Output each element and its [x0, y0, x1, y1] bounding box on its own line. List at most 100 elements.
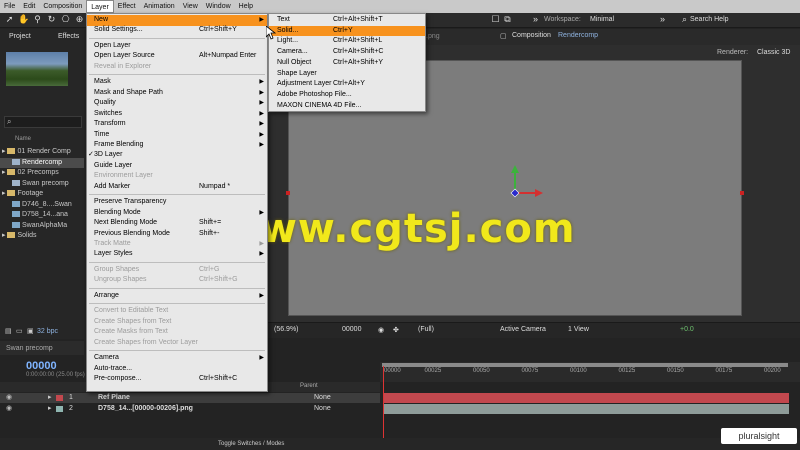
- bit-depth-button[interactable]: 32 bpc: [37, 328, 58, 335]
- menu-view[interactable]: View: [179, 0, 202, 13]
- menu-edit[interactable]: Edit: [19, 0, 39, 13]
- menu-item-previous-blending-mode[interactable]: Previous Blending Mode Shift+-: [87, 229, 267, 240]
- menu-item-camera[interactable]: Camera ▶: [87, 353, 267, 364]
- project-item[interactable]: Rendercomp: [0, 157, 84, 168]
- menu-item-open-layer[interactable]: Open Layer: [87, 41, 267, 52]
- new-item-shape-layer[interactable]: Shape Layer: [269, 69, 425, 80]
- menu-item-open-layer-source[interactable]: Open Layer Source Alt+Numpad Enter: [87, 51, 267, 62]
- layer-expand-icon[interactable]: ▸: [48, 404, 52, 414]
- menu-item-mask-and-shape-path[interactable]: Mask and Shape Path ▶: [87, 88, 267, 99]
- layer-label-color[interactable]: [56, 406, 63, 412]
- menu-window[interactable]: Window: [202, 0, 235, 13]
- menu-animation[interactable]: Animation: [140, 0, 179, 13]
- layer-parent-select[interactable]: None: [314, 404, 331, 414]
- menu-effect[interactable]: Effect: [114, 0, 140, 13]
- new-comp-icon[interactable]: ▣: [27, 327, 34, 335]
- timeline-timecode[interactable]: 00000: [26, 360, 57, 372]
- rotate-tool-icon[interactable]: ↻: [46, 14, 57, 25]
- menu-item-time[interactable]: Time ▶: [87, 130, 267, 141]
- zoom-value[interactable]: (56.9%): [274, 326, 299, 333]
- pan-behind-tool-icon[interactable]: ⊕: [74, 14, 85, 25]
- exposure-value[interactable]: +0.0: [680, 326, 694, 333]
- search-help-field[interactable]: Search Help: [690, 16, 729, 23]
- menu-item-layer-styles[interactable]: Layer Styles ▶: [87, 249, 267, 260]
- menu-composition[interactable]: Composition: [39, 0, 86, 13]
- composition-tab-name[interactable]: Rendercomp: [558, 32, 598, 39]
- timeline-tab-label[interactable]: Swan precomp: [6, 345, 53, 352]
- comp-timecode[interactable]: 00000: [342, 326, 361, 333]
- resolution-select[interactable]: (Full): [418, 326, 434, 333]
- project-item[interactable]: D746_8....Swan: [0, 200, 84, 210]
- menu-item-3d-layer[interactable]: ✓ 3D Layer: [87, 150, 267, 161]
- menu-item-preserve-transparency[interactable]: Preserve Transparency: [87, 197, 267, 208]
- composition-tab-label[interactable]: Composition: [512, 32, 551, 39]
- project-item[interactable]: ▸ Solids: [0, 231, 84, 241]
- work-area-bar[interactable]: [382, 363, 788, 367]
- project-search-input[interactable]: ⌕: [4, 116, 82, 128]
- snap-toggle-icon[interactable]: ⧉: [502, 14, 513, 25]
- lock-icon[interactable]: ▢: [500, 32, 507, 40]
- new-item-light[interactable]: Light... Ctrl+Alt+Shift+L: [269, 36, 425, 47]
- layer-expand-icon[interactable]: ▸: [48, 393, 52, 403]
- menu-item-auto-trace[interactable]: Auto-trace...: [87, 364, 267, 375]
- menu-item-arrange[interactable]: Arrange ▶: [87, 291, 267, 302]
- menu-file[interactable]: File: [0, 0, 19, 13]
- new-item-solid[interactable]: Solid... Ctrl+Y: [269, 25, 425, 37]
- background-tab[interactable]: .png: [426, 33, 440, 40]
- view-layout-select[interactable]: 1 View: [568, 326, 589, 333]
- zoom-tool-icon[interactable]: ⚲: [32, 14, 43, 25]
- search-icon[interactable]: ⌕: [679, 14, 690, 25]
- tab-effects[interactable]: Effects: [58, 33, 79, 40]
- menu-item-solid-settings[interactable]: Solid Settings... Ctrl+Shift+Y: [87, 25, 267, 36]
- camera-tool-icon[interactable]: ⎔: [60, 14, 71, 25]
- visibility-eye-icon[interactable]: ◉: [6, 393, 12, 403]
- snapping-icon[interactable]: ☐: [490, 14, 501, 25]
- menu-item-new[interactable]: New ▶: [87, 15, 267, 26]
- menu-item-quality[interactable]: Quality ▶: [87, 98, 267, 109]
- menu-item-blending-mode[interactable]: Blending Mode ▶: [87, 208, 267, 219]
- new-item-camera[interactable]: Camera... Ctrl+Alt+Shift+C: [269, 47, 425, 58]
- new-item-maxon-cinema-4d-file[interactable]: MAXON CINEMA 4D File...: [269, 101, 425, 112]
- new-item-text[interactable]: Text Ctrl+Alt+Shift+T: [269, 15, 425, 26]
- toggle-switches-modes[interactable]: Toggle Switches / Modes: [218, 441, 284, 447]
- project-item[interactable]: Swan precomp: [0, 179, 84, 189]
- layer-name[interactable]: Ref Plane: [98, 393, 130, 403]
- layer-parent-select[interactable]: None: [314, 393, 331, 403]
- menu-item-add-marker[interactable]: Add Marker Numpad *: [87, 182, 267, 193]
- menu-item-switches[interactable]: Switches ▶: [87, 109, 267, 120]
- menu-item-next-blending-mode[interactable]: Next Blending Mode Shift+=: [87, 218, 267, 229]
- menu-help[interactable]: Help: [235, 0, 257, 13]
- menu-item-pre-compose[interactable]: Pre-compose... Ctrl+Shift+C: [87, 374, 267, 385]
- name-column-header[interactable]: Name: [15, 136, 31, 142]
- active-camera-select[interactable]: Active Camera: [500, 326, 546, 333]
- layer-bar-footage[interactable]: [384, 404, 789, 414]
- new-item-adobe-photoshop-file[interactable]: Adobe Photoshop File...: [269, 90, 425, 101]
- menu-item-frame-blending[interactable]: Frame Blending ▶: [87, 140, 267, 151]
- menu-item-guide-layer[interactable]: Guide Layer: [87, 161, 267, 172]
- menu-item-transform[interactable]: Transform ▶: [87, 119, 267, 130]
- menu-layer[interactable]: Layer: [86, 0, 114, 13]
- interpret-footage-icon[interactable]: ▤: [5, 327, 12, 335]
- menu-item-mask[interactable]: Mask ▶: [87, 77, 267, 88]
- new-folder-icon[interactable]: ▭: [16, 327, 23, 335]
- new-item-adjustment-layer[interactable]: Adjustment Layer Ctrl+Alt+Y: [269, 79, 425, 90]
- parent-column-header[interactable]: Parent: [300, 383, 318, 389]
- 3d-axis-gizmo-icon[interactable]: [505, 161, 555, 201]
- workspace-select[interactable]: Minimal: [590, 16, 654, 23]
- project-item[interactable]: SwanAlphaMa: [0, 221, 84, 231]
- layer-label-color[interactable]: [56, 395, 63, 401]
- renderer-value[interactable]: Classic 3D: [757, 49, 790, 56]
- new-item-null-object[interactable]: Null Object Ctrl+Alt+Shift+Y: [269, 58, 425, 69]
- color-channels-icon[interactable]: ✤: [393, 326, 399, 334]
- layer-row[interactable]: ◉ ▸ 2 D758_14...[00000-00206].png None: [0, 404, 380, 414]
- snapshot-icon[interactable]: ◉: [378, 326, 384, 334]
- layer-name[interactable]: D758_14...[00000-00206].png: [98, 404, 193, 414]
- project-item[interactable]: D758_14...ana: [0, 210, 84, 220]
- hand-tool-icon[interactable]: ✋: [18, 14, 29, 25]
- layer-handle-right[interactable]: [740, 191, 744, 195]
- project-item[interactable]: ▸ Footage: [0, 189, 84, 199]
- layer-handle-left[interactable]: [286, 191, 290, 195]
- selection-tool-icon[interactable]: ➚: [4, 14, 15, 25]
- workspace-menu-icon[interactable]: »: [530, 14, 541, 25]
- tab-project[interactable]: Project: [9, 33, 31, 40]
